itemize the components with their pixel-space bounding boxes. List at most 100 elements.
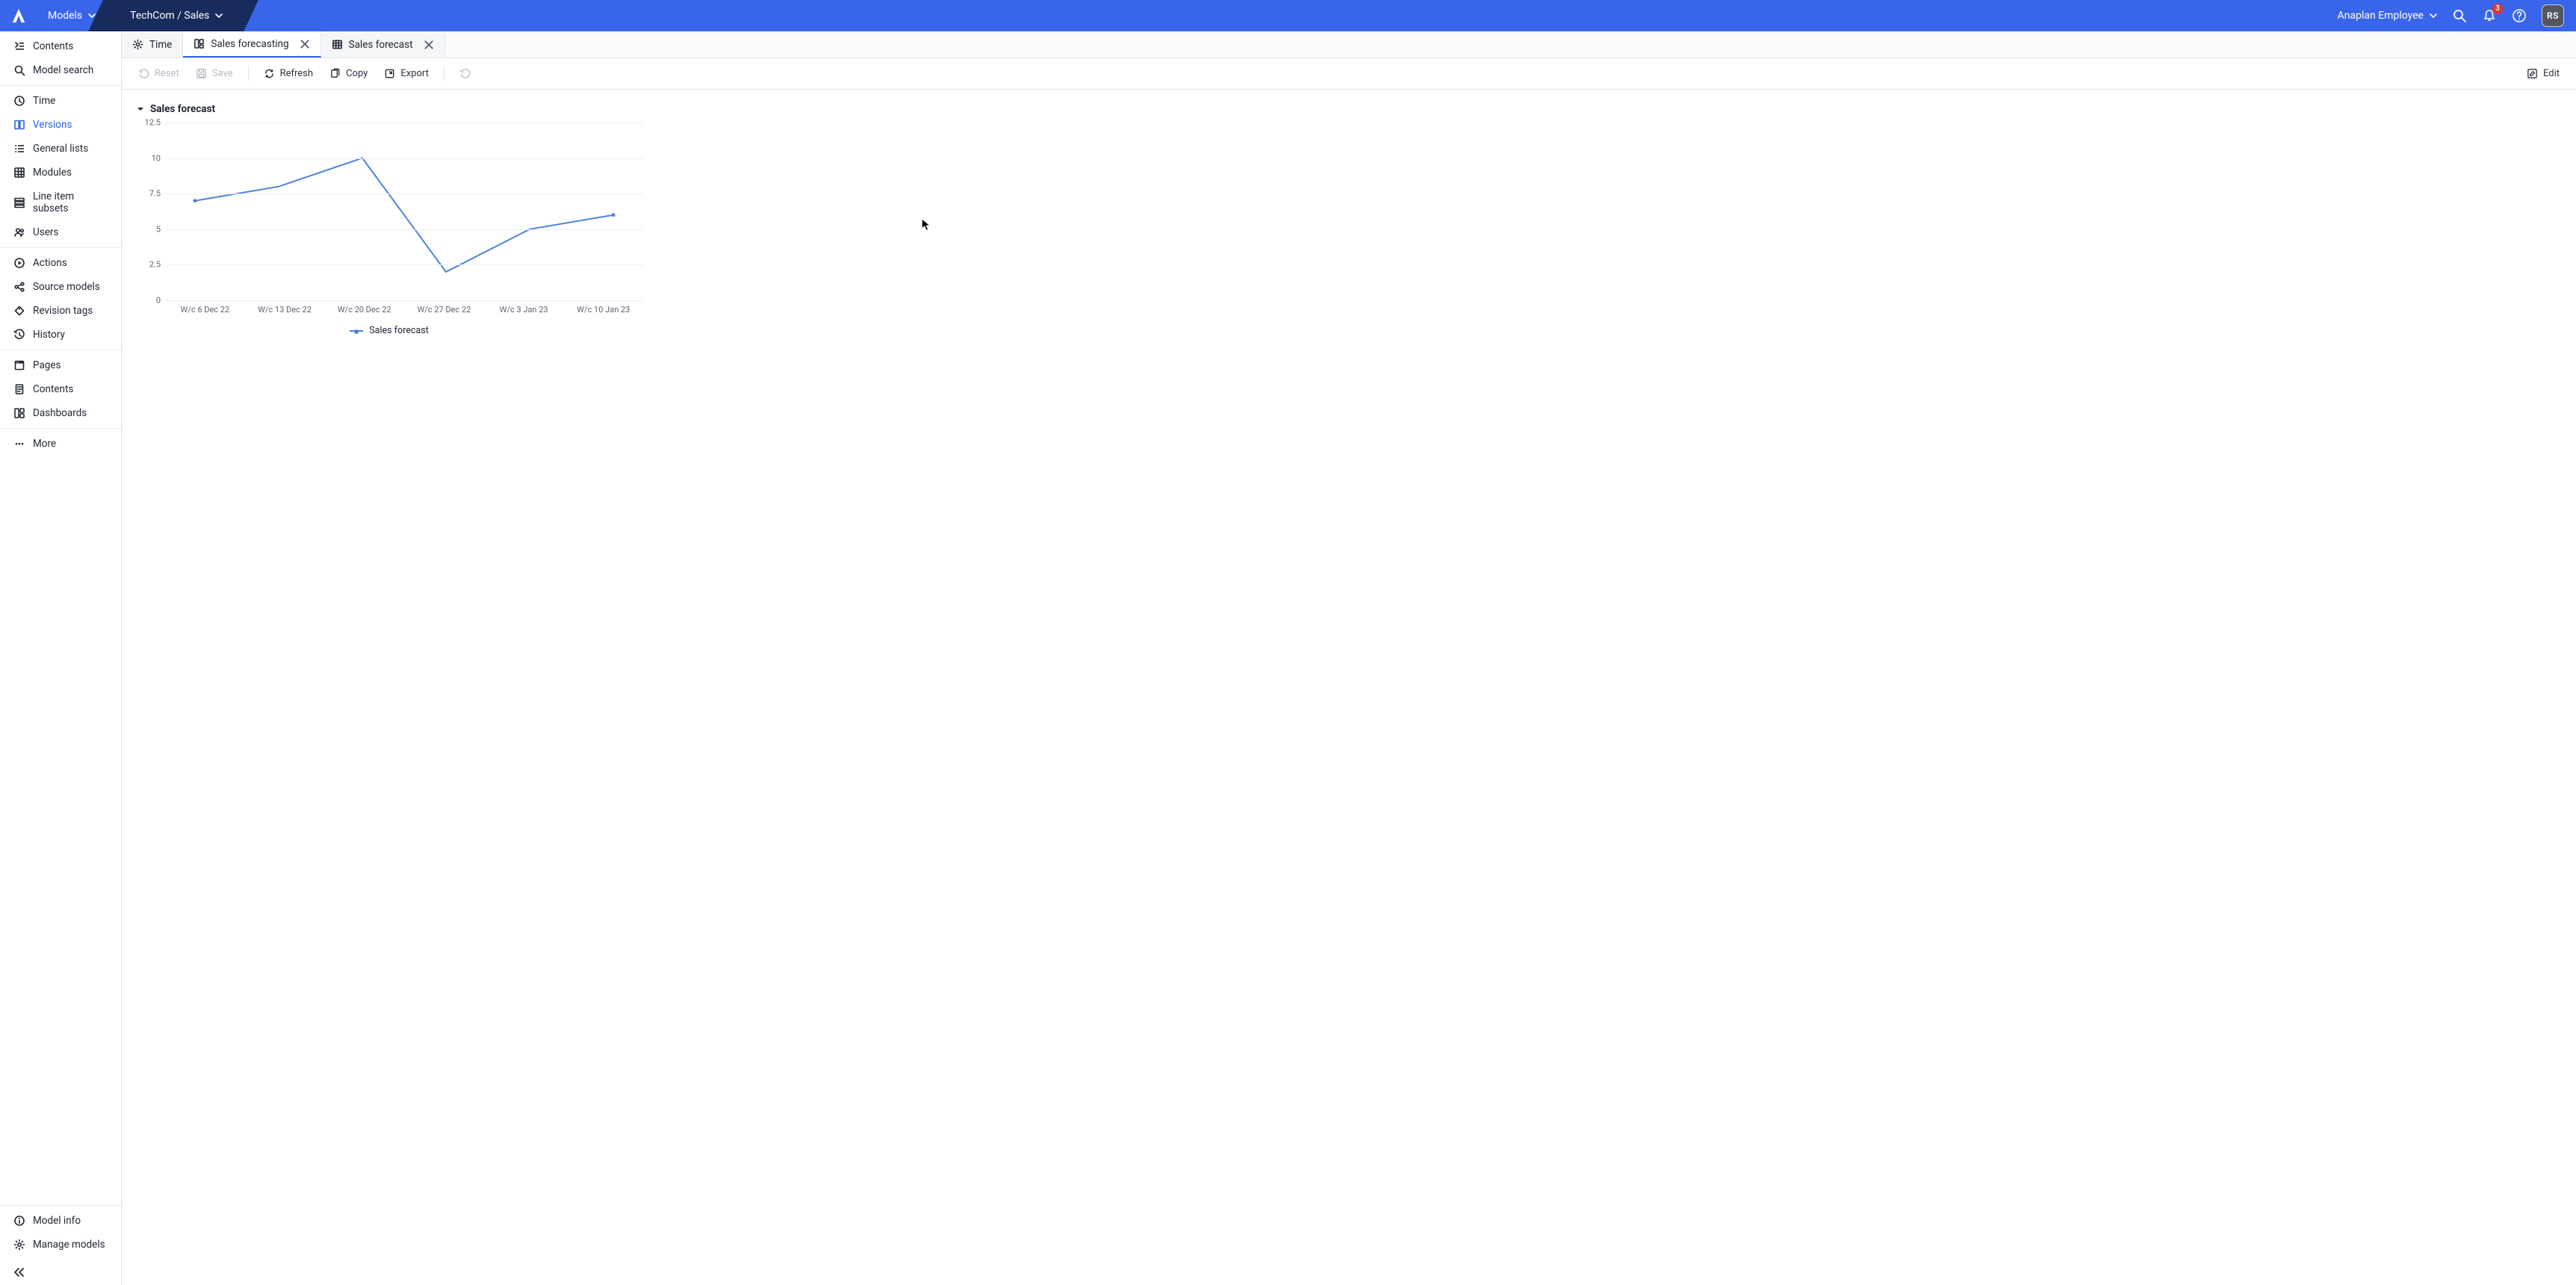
toolbar-separator (248, 66, 249, 81)
subset-icon (13, 196, 25, 208)
edit-button[interactable]: Edit (2519, 64, 2567, 84)
users-icon (13, 226, 25, 238)
search-icon (13, 64, 25, 76)
export-button[interactable]: Export (377, 64, 436, 84)
sidebar-item-line-item-subsets[interactable]: Line item subsets (0, 185, 121, 220)
list-expand-icon (13, 40, 25, 52)
y-tick-label: 5 (156, 224, 161, 234)
legend-label: Sales forecast (369, 325, 429, 336)
y-tick-label: 0 (156, 296, 161, 306)
close-tab-button[interactable] (300, 39, 310, 49)
sidebar-item-manage-models[interactable]: Manage models (0, 1233, 121, 1257)
tab-sales-forecasting[interactable]: Sales forecasting (183, 31, 321, 58)
sidebar-item-general-lists[interactable]: General lists (0, 137, 121, 161)
notification-badge: 3 (2492, 4, 2503, 14)
copy-button[interactable]: Copy (322, 64, 375, 84)
tab-label: Sales forecast (349, 39, 413, 51)
sidebar-item-history[interactable]: History (0, 323, 121, 347)
gear-icon (132, 39, 143, 50)
sidebar-item-modules[interactable]: Modules (0, 161, 121, 185)
sidebar-item-revision-tags[interactable]: Revision tags (0, 299, 121, 323)
help-icon (2512, 8, 2527, 23)
export-label: Export (400, 68, 429, 79)
x-tick-label: W/c 13 Dec 22 (245, 305, 325, 315)
reset-button[interactable]: Reset (131, 64, 187, 84)
sidebar-item-pages[interactable]: Pages (0, 353, 121, 377)
chevron-down-icon (215, 12, 223, 19)
tab-time[interactable]: Time (122, 31, 183, 58)
sidebar-item-more[interactable]: More (0, 432, 121, 456)
refresh-icon (264, 68, 275, 79)
sidebar-item-versions[interactable]: Versions (0, 113, 121, 137)
save-label: Save (212, 68, 233, 79)
play-circle-icon (13, 257, 25, 269)
y-tick-label: 7.5 (149, 189, 161, 199)
versions-icon (13, 119, 25, 131)
gear-icon (13, 1239, 25, 1251)
caret-down-icon (137, 105, 144, 113)
undo-history-button[interactable] (452, 64, 478, 84)
dashboard-icon (13, 407, 25, 419)
grid-icon (13, 167, 25, 179)
sidebar-item-actions[interactable]: Actions (0, 251, 121, 275)
content: Sales forecast 0 2.5 5 7.5 10 12.5 W/c 6 Dec … (122, 90, 2576, 347)
models-label: Models (48, 10, 82, 22)
sidebar-item-contents-nav[interactable]: Contents (0, 377, 121, 401)
sidebar-item-dashboards[interactable]: Dashboards (0, 401, 121, 425)
user-label: Anaplan Employee (2338, 10, 2424, 22)
sidebar-item-label: Contents (33, 40, 73, 52)
info-icon (13, 1215, 25, 1227)
x-tick-label: W/c 3 Jan 23 (484, 305, 564, 315)
undo-icon (138, 68, 149, 79)
notifications-button[interactable]: 3 (2482, 8, 2497, 23)
sidebar-item-contents-top[interactable]: Contents (0, 34, 121, 58)
avatar-initials: RS (2547, 10, 2559, 21)
tab-label: Time (149, 39, 172, 51)
sidebar-item-model-search[interactable]: Model search (0, 58, 121, 82)
x-tick-label: W/c 6 Dec 22 (165, 305, 245, 315)
chevron-down-icon (2430, 12, 2437, 19)
history-icon (13, 329, 25, 341)
app-logo[interactable] (0, 0, 37, 31)
chart-svg (165, 123, 643, 300)
y-tick-label: 2.5 (149, 260, 161, 270)
y-axis: 02.557.51012.5 (135, 123, 165, 300)
help-button[interactable] (2512, 8, 2527, 23)
avatar[interactable]: RS (2542, 4, 2564, 27)
clock-icon (13, 95, 25, 107)
search-button[interactable] (2452, 8, 2467, 23)
user-menu[interactable]: Anaplan Employee (2338, 10, 2437, 22)
chart-point (612, 213, 616, 217)
chart-card: Sales forecast 0 2.5 5 7.5 10 12.5 W/c 6 Dec … (135, 100, 643, 336)
card-header[interactable]: Sales forecast (135, 100, 643, 123)
anaplan-logo-icon (10, 7, 27, 24)
save-button[interactable]: Save (188, 64, 241, 84)
sidebar-item-users[interactable]: Users (0, 220, 121, 244)
page-icon (13, 359, 25, 371)
close-tab-button[interactable] (424, 40, 434, 50)
header-left: Models TechCom / Sales (0, 0, 238, 31)
x-axis: W/c 6 Dec 22W/c 13 Dec 22W/c 20 Dec 22 W/… (165, 305, 643, 315)
tag-icon (13, 305, 25, 317)
edit-label: Edit (2543, 68, 2560, 79)
breadcrumb-text: TechCom / Sales (130, 10, 209, 22)
y-tick-label: 12.5 (145, 118, 161, 128)
y-tick-label: 10 (152, 153, 161, 163)
sidebar-item-label: Versions (33, 119, 72, 131)
tab-label: Sales forecasting (211, 38, 288, 50)
sidebar-item-model-info[interactable]: Model info (0, 1209, 121, 1233)
close-icon (424, 40, 434, 50)
sidebar-item-source-models[interactable]: Source models (0, 275, 121, 299)
sidebar: Contents Model search Time Versions General… (0, 31, 122, 1285)
sidebar-item-label: Source models (33, 281, 100, 293)
collapse-sidebar-button[interactable] (0, 1260, 121, 1285)
sidebar-item-label: Users (33, 226, 58, 238)
breadcrumb[interactable]: TechCom / Sales (109, 0, 238, 31)
x-tick-label: W/c 20 Dec 22 (324, 305, 404, 315)
tab-sales-forecast[interactable]: Sales forecast (321, 31, 445, 58)
main: Time Sales forecasting Sales forecast Rese… (122, 31, 2576, 1285)
refresh-label: Refresh (280, 68, 313, 79)
refresh-button[interactable]: Refresh (256, 64, 321, 84)
sidebar-item-time[interactable]: Time (0, 89, 121, 113)
sidebar-item-label: Model search (33, 64, 93, 76)
